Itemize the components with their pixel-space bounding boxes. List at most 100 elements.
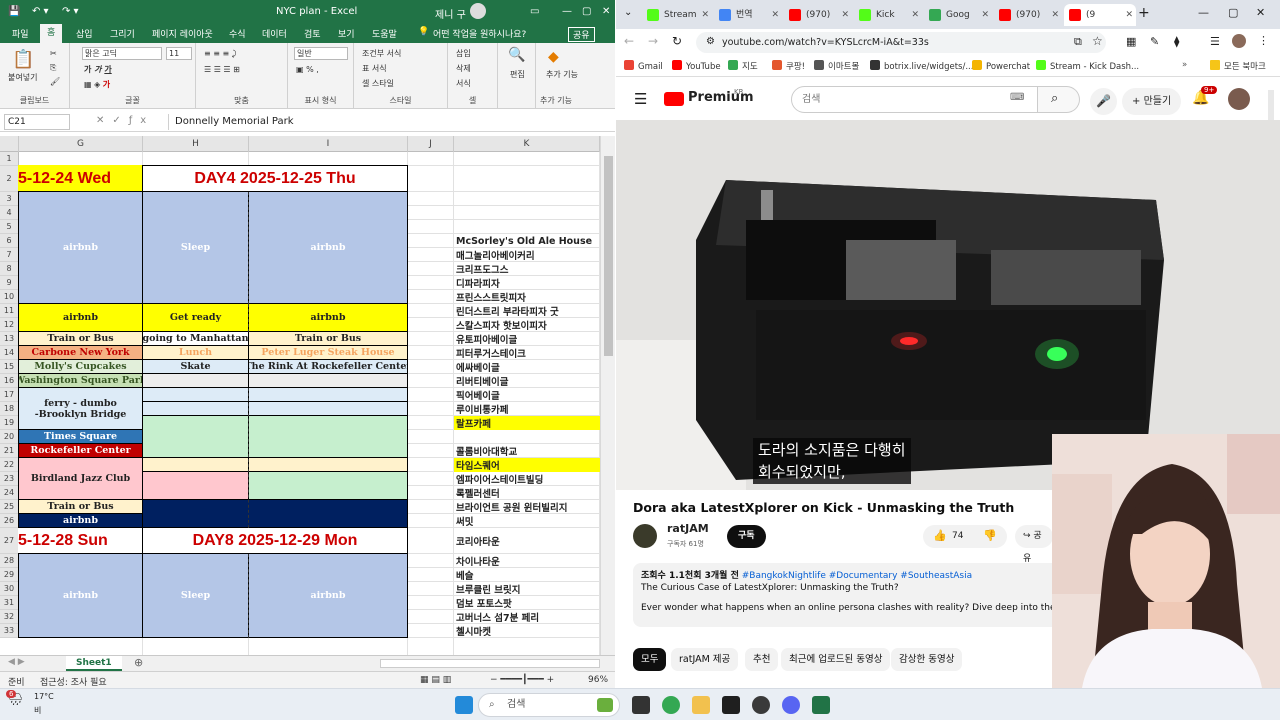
day3-header[interactable]: 5-12-24 Wed	[18, 165, 143, 192]
bookmarks-overflow-icon[interactable]: »	[1182, 60, 1187, 70]
cell[interactable]	[248, 415, 408, 458]
copy-icon[interactable]: ⎘	[50, 63, 56, 73]
cell-airbnb[interactable]: airbnb	[18, 303, 143, 332]
cell[interactable]	[248, 457, 408, 472]
cell-airbnb[interactable]: airbnb	[18, 553, 143, 638]
tab-data[interactable]: 데이터	[262, 27, 287, 40]
youtube-premium-logo[interactable]: Premium	[688, 90, 754, 105]
cell[interactable]	[142, 457, 249, 472]
tab-home[interactable]: 홈	[40, 24, 63, 43]
k-list-cell[interactable]: 유토피아베이글	[454, 332, 600, 346]
row-header[interactable]: 9	[0, 276, 19, 290]
tab-insert[interactable]: 삽입	[76, 27, 93, 40]
row-header[interactable]: 12	[0, 318, 19, 332]
row-header[interactable]: 20	[0, 430, 19, 444]
cut-icon[interactable]: ✂	[50, 49, 57, 58]
puzzle-icon[interactable]: ⧫	[1174, 35, 1179, 48]
cell-carbone[interactable]: Carbone New York	[18, 345, 143, 360]
cell[interactable]	[248, 373, 408, 388]
row-header[interactable]: 8	[0, 262, 19, 276]
cond-format-button[interactable]: 조건부 서식	[362, 48, 401, 59]
terminal-icon[interactable]	[722, 696, 740, 714]
cell-style-button[interactable]: 셀 스타일	[362, 78, 394, 89]
browser-tab[interactable]: (970) ✕	[784, 4, 852, 26]
profile-avatar[interactable]	[1232, 34, 1246, 48]
tell-me-input[interactable]: 어떤 작업을 원하시나요?	[433, 27, 526, 40]
close-tab-icon[interactable]: ✕	[1125, 4, 1133, 26]
row-header[interactable]: 24	[0, 486, 19, 500]
col-header-h[interactable]: H	[143, 136, 249, 152]
cell[interactable]	[142, 499, 408, 528]
close-icon[interactable]: ✕	[1256, 6, 1265, 19]
k-list-cell[interactable]: 베슬	[454, 568, 600, 582]
row-header[interactable]: 16	[0, 374, 19, 388]
row-header[interactable]: 21	[0, 444, 19, 458]
font-size-select[interactable]: 11	[166, 47, 192, 60]
obs-icon[interactable]	[752, 696, 770, 714]
k-list-cell[interactable]: 랄프카페	[454, 416, 600, 430]
k-list-cell[interactable]: 콜롬비아대학교	[454, 444, 600, 458]
col-header-g[interactable]: G	[19, 136, 143, 152]
row-header[interactable]: 17	[0, 388, 19, 402]
cell-mollys[interactable]: Molly's Cupcakes	[18, 359, 143, 374]
cell-airbnb[interactable]: airbnb	[248, 191, 408, 304]
close-tab-icon[interactable]: ✕	[1051, 4, 1059, 26]
row-header[interactable]: 27	[0, 528, 19, 554]
close-icon[interactable]: ✕	[602, 6, 610, 17]
redo-icon[interactable]: ↷ ▾	[62, 6, 79, 17]
k-list-cell[interactable]: 덤보 포토스팟	[454, 596, 600, 610]
create-button[interactable]: + 만들기	[1122, 88, 1182, 115]
cell-airbnb[interactable]: airbnb	[18, 513, 143, 528]
k-list-cell[interactable]: 디파라피자	[454, 276, 600, 290]
maximize-icon[interactable]: ▢	[1228, 6, 1238, 19]
k-list-cell[interactable]: 첼시마켓	[454, 624, 600, 638]
reload-icon[interactable]: ↻	[672, 34, 682, 48]
minimize-icon[interactable]: —	[562, 6, 572, 17]
k-list-cell[interactable]: 록펠러센터	[454, 486, 600, 500]
youtube-logo-icon[interactable]	[664, 92, 684, 106]
cell-train-or-bus[interactable]: Train or Bus	[18, 499, 143, 514]
k-list-cell[interactable]: 브라이언트 공원 윈터빌리지	[454, 500, 600, 514]
maximize-icon[interactable]: ▢	[582, 6, 591, 17]
row-header[interactable]: 15	[0, 360, 19, 374]
tab-review[interactable]: 검토	[304, 27, 321, 40]
row-header[interactable]: 23	[0, 472, 19, 486]
share-button[interactable]: 공유	[568, 27, 595, 42]
k-list-cell[interactable]: 스칼스피자 핫보이피자	[454, 318, 600, 332]
cell-birdland[interactable]: Birdland Jazz Club	[18, 457, 143, 500]
tab-view[interactable]: 보기	[338, 27, 355, 40]
cell[interactable]	[248, 471, 408, 500]
cell-ferry[interactable]: ferry - dumbo -Brooklyn Bridge	[18, 387, 143, 430]
row-header[interactable]: 32	[0, 610, 19, 624]
k-list-cell[interactable]: 코리아타운	[454, 528, 600, 554]
cell-lunch[interactable]: Lunch	[142, 345, 249, 360]
fill-color-icon[interactable]: ▦ ◈ 가	[84, 79, 110, 90]
k-list-cell[interactable]: 루이비통카페	[454, 402, 600, 416]
close-tab-icon[interactable]: ✕	[911, 4, 919, 26]
currency-icon[interactable]: ▣ % ,	[296, 65, 319, 74]
day8-header[interactable]: DAY8 2025-12-29 Mon	[142, 527, 408, 554]
row-header[interactable]: 25	[0, 500, 19, 514]
cell-airbnb[interactable]: airbnb	[248, 553, 408, 638]
day7-header[interactable]: 5-12-28 Sun	[18, 527, 143, 554]
row-header[interactable]: 13	[0, 332, 19, 346]
cell-train-or-bus[interactable]: Train or Bus	[18, 331, 143, 346]
tab-formulas[interactable]: 수식	[229, 27, 246, 40]
row-header[interactable]: 6	[0, 234, 19, 248]
bold-button[interactable]: 가 가 가	[84, 64, 112, 75]
youtube-search-input[interactable]: 검색	[791, 86, 1038, 113]
new-tab-icon[interactable]: +	[1138, 5, 1150, 21]
col-header-i[interactable]: I	[249, 136, 408, 152]
vertical-scrollbar[interactable]	[600, 136, 615, 655]
cell-rockefeller[interactable]: Rockefeller Center	[18, 443, 143, 458]
bookmark-youtube[interactable]: YouTube	[672, 60, 721, 72]
file-explorer-icon[interactable]	[692, 696, 710, 714]
zoom-level[interactable]: 96%	[588, 675, 608, 685]
k-list-cell[interactable]: 타임스퀘어	[454, 458, 600, 472]
cell[interactable]	[142, 401, 249, 416]
bookmark-botrix[interactable]: botrix.live/widgets/...	[870, 60, 973, 72]
addins-button[interactable]: 추가 기능	[546, 69, 578, 80]
paste-button[interactable]: 붙여넣기	[8, 72, 37, 83]
channel-name[interactable]: ratJAM	[667, 522, 709, 535]
cell[interactable]	[142, 387, 249, 402]
